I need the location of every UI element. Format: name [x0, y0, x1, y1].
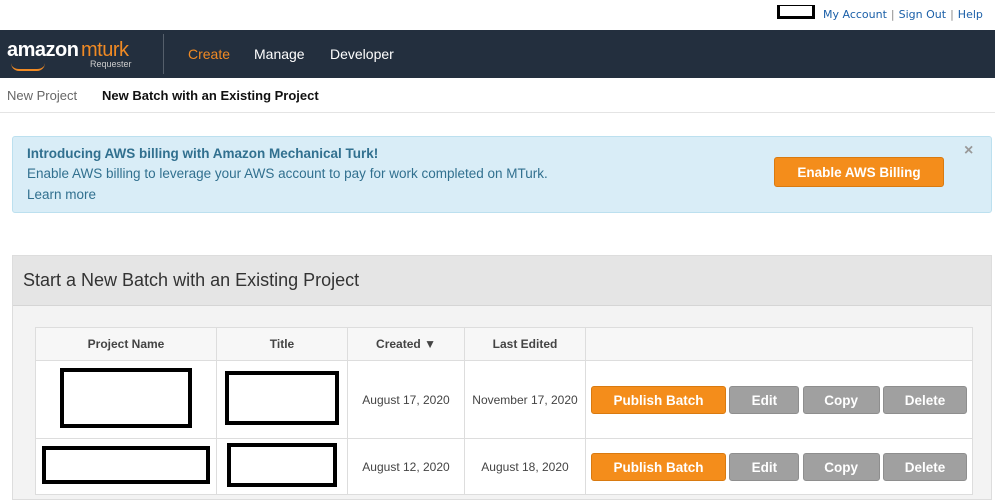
existing-project-panel: Start a New Batch with an Existing Proje… — [12, 255, 992, 500]
amazon-smile-icon — [11, 63, 45, 71]
title-cell — [216, 360, 348, 439]
copy-button[interactable]: Copy — [802, 452, 880, 481]
learn-more-link[interactable]: Learn more — [27, 187, 96, 202]
utility-bar: My Account | Sign Out | Help — [0, 0, 995, 30]
project-name-cell — [35, 360, 217, 439]
created-cell: August 12, 2020 — [347, 438, 465, 495]
separator: | — [890, 8, 895, 21]
enable-aws-billing-button[interactable]: Enable AWS Billing — [774, 157, 944, 187]
close-icon[interactable]: × — [964, 142, 973, 160]
redacted-project-name — [60, 368, 192, 428]
column-title: Title — [216, 327, 348, 361]
redacted-project-name — [42, 446, 210, 484]
sign-out-link[interactable]: Sign Out — [899, 8, 946, 21]
column-last-edited[interactable]: Last Edited — [464, 327, 586, 361]
breadcrumb-new-project[interactable]: New Project — [7, 88, 77, 103]
nav-divider — [163, 34, 164, 74]
last-edited-cell: November 17, 2020 — [464, 360, 586, 439]
table-row: August 17, 2020 November 17, 2020 Publis… — [35, 360, 973, 439]
project-name-cell — [35, 438, 217, 495]
logo-requester-text: Requester — [90, 59, 132, 69]
actions-cell: Publish Batch Edit Copy Delete — [585, 360, 973, 439]
aws-billing-alert: Introducing AWS billing with Amazon Mech… — [12, 136, 992, 213]
redacted-username-inner — [780, 6, 812, 16]
actions-cell: Publish Batch Edit Copy Delete — [585, 438, 973, 495]
title-cell — [216, 438, 348, 495]
nav-item-manage[interactable]: Manage — [254, 46, 305, 62]
main-nav: amazon mturk Requester Create Manage Dev… — [0, 30, 995, 78]
breadcrumb-current: New Batch with an Existing Project — [102, 88, 319, 103]
publish-batch-button[interactable]: Publish Batch — [590, 385, 726, 414]
projects-table: Project Name Title Created ▼ Last Edited… — [35, 327, 973, 495]
alert-title: Introducing AWS billing with Amazon Mech… — [27, 146, 379, 161]
edit-button[interactable]: Edit — [729, 452, 800, 481]
delete-button[interactable]: Delete — [883, 452, 968, 481]
created-cell: August 17, 2020 — [347, 360, 465, 439]
table-header-row: Project Name Title Created ▼ Last Edited — [35, 327, 973, 361]
delete-button[interactable]: Delete — [883, 385, 968, 414]
breadcrumb: New Project New Batch with an Existing P… — [0, 78, 995, 113]
publish-batch-button[interactable]: Publish Batch — [590, 452, 726, 481]
edit-button[interactable]: Edit — [729, 385, 800, 414]
logo-amazon-text: amazon — [7, 39, 79, 61]
redacted-title — [225, 371, 339, 425]
copy-button[interactable]: Copy — [802, 385, 880, 414]
nav-item-create[interactable]: Create — [188, 46, 230, 62]
panel-header: Start a New Batch with an Existing Proje… — [13, 256, 991, 306]
separator: | — [950, 8, 954, 21]
my-account-link[interactable]: My Account — [823, 8, 887, 21]
last-edited-cell: August 18, 2020 — [464, 438, 586, 495]
mturk-logo[interactable]: amazon mturk Requester — [7, 39, 157, 71]
table-row: August 12, 2020 August 18, 2020 Publish … — [35, 438, 973, 495]
help-link[interactable]: Help — [958, 8, 983, 21]
alert-body: Enable AWS billing to leverage your AWS … — [27, 166, 548, 181]
account-links: My Account | Sign Out | Help — [823, 8, 983, 21]
column-project-name: Project Name — [35, 327, 217, 361]
nav-item-developer[interactable]: Developer — [330, 46, 394, 62]
panel-title: Start a New Batch with an Existing Proje… — [23, 270, 360, 290]
redacted-title — [227, 443, 337, 487]
column-created[interactable]: Created ▼ — [347, 327, 465, 361]
column-actions — [585, 327, 973, 361]
